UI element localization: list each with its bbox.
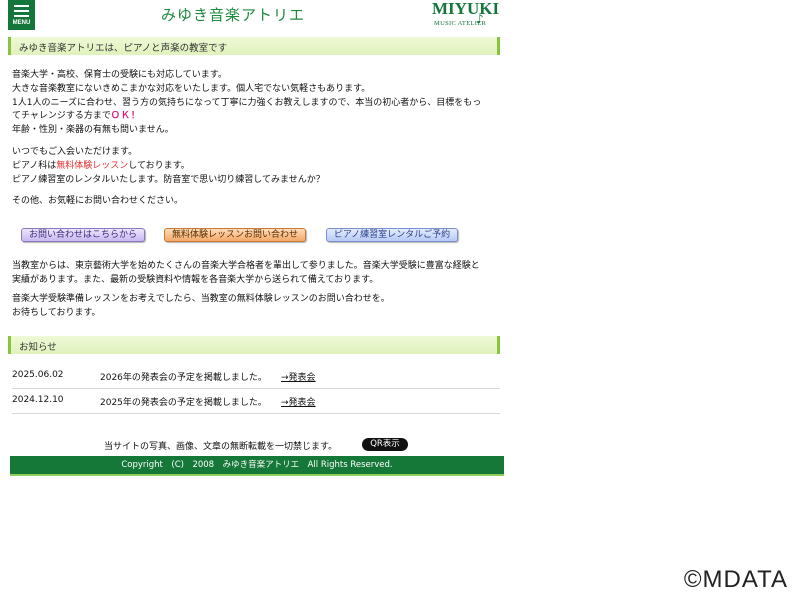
news-date: 2024.12.10 — [12, 395, 64, 405]
logo-main-text: MIYUKI — [432, 0, 500, 18]
news-link[interactable]: →発表会 — [281, 370, 316, 383]
intro-line: 音楽大学・高校、保育士の受験にも対応しています。 — [12, 70, 227, 80]
achievement-line: 当教室からは、東京藝術大学を始めたくさんの音楽大学合格者を輩出して参りました。音… — [12, 261, 480, 271]
news-heading-text: お知らせ — [19, 342, 57, 353]
news-link[interactable]: →発表会 — [281, 395, 316, 408]
news-text: 2025年の発表会の予定を掲載しました。 — [100, 398, 267, 408]
site-header: MENU みゆき音楽アトリエ MIYUKI ♪ MUSIC ATELIER — [8, 0, 504, 32]
news-heading: お知らせ — [8, 336, 500, 354]
intro-line: ピアノ練習室のレンタルいたします。防音室で思い切り練習してみませんか？ — [12, 174, 325, 185]
intro-line: ピアノ科は無料体験レッスンしております。 — [12, 160, 502, 174]
intro-paragraph-2: いつでもご入会いただけます。 ピアノ科は無料体験レッスンしております。 ピアノ練… — [12, 146, 502, 187]
intro-line: てチャレンジする方までＯＫ！ — [12, 110, 502, 124]
arrow-icon: → — [281, 398, 289, 408]
site-title[interactable]: みゆき音楽アトリエ — [161, 4, 305, 25]
achievement-line: お待ちしております。 — [12, 307, 101, 318]
achievement-line: 音楽大学受験準備レッスンをお考えでしたら、当教室の無料体験レッスンのお問い合わせ… — [12, 294, 390, 304]
achievement-line: 実績があります。また、最新の受験資料や情報を各音楽大学から送られて備えております… — [12, 274, 379, 285]
trial-lesson-button[interactable]: 無料体験レッスンお問い合わせ — [164, 228, 306, 242]
arrow-icon: → — [281, 373, 289, 383]
contact-button[interactable]: お問い合わせはこちらから — [21, 228, 145, 242]
menu-button[interactable]: MENU — [8, 0, 35, 30]
intro-paragraph-3: その他、お気軽にお問い合わせください。 — [12, 195, 502, 209]
intro-heading-text: みゆき音楽アトリエは、ピアノと声楽の教室です — [19, 43, 228, 54]
news-item: 2025.06.02 2026年の発表会の予定を掲載しました。 →発表会 — [12, 364, 500, 389]
practice-room-rental-button[interactable]: ピアノ練習室レンタルご予約 — [326, 228, 458, 242]
copyright-bar: Copyright (C) 2008 みゆき音楽アトリエ All Rights … — [10, 456, 504, 474]
news-item: 2024.12.10 2025年の発表会の予定を掲載しました。 →発表会 — [12, 389, 500, 414]
copyright-notice: 当サイトの写真、画像、文章の無断転載を一切禁じます。 — [104, 442, 338, 452]
site-logo[interactable]: MIYUKI ♪ MUSIC ATELIER — [432, 0, 508, 29]
intro-challenge-text: てチャレンジする方まで — [12, 111, 111, 122]
news-link-text: 発表会 — [288, 373, 316, 383]
intro-line: 1人1人のニーズに合わせ、習う方の気持ちになって丁寧に力強くお教えしますので、本… — [12, 97, 482, 108]
news-date: 2025.06.02 — [12, 370, 64, 380]
logo-sub-text: MUSIC ATELIER — [434, 20, 487, 27]
intro-paragraph-1: 音楽大学・高校、保育士の受験にも対応しています。 大きな音楽教室にないきめこまか… — [12, 69, 502, 138]
news-link-text: 発表会 — [288, 398, 316, 408]
news-text: 2026年の発表会の予定を掲載しました。 — [100, 373, 267, 383]
watermark: ©MDATA — [683, 566, 788, 593]
intro-line: いつでもご入会いただけます。 — [12, 147, 138, 157]
achievements-paragraph: 当教室からは、東京藝術大学を始めたくさんの音楽大学合格者を輩出して参りました。音… — [12, 260, 502, 288]
page-container: MENU みゆき音楽アトリエ MIYUKI ♪ MUSIC ATELIER みゆ… — [8, 0, 504, 476]
menu-label: MENU — [12, 20, 31, 26]
piano-course-pre: ピアノ科は — [12, 160, 57, 171]
exam-prep-paragraph: 音楽大学受験準備レッスンをお考えでしたら、当教室の無料体験レッスンのお問い合わせ… — [12, 293, 502, 321]
ok-highlight: ＯＫ！ — [110, 111, 141, 122]
intro-line: その他、お気軽にお問い合わせください。 — [12, 196, 184, 206]
intro-line: 年齢・性別・楽器の有無も問いません。 — [12, 125, 174, 136]
footer-accent-line — [10, 474, 504, 476]
hamburger-icon — [14, 5, 29, 20]
intro-heading: みゆき音楽アトリエは、ピアノと声楽の教室です — [8, 37, 500, 55]
intro-line: 大きな音楽教室にないきめこまかな対応をいたします。個人宅でない気軽さもあります。 — [12, 83, 371, 94]
qr-display-button[interactable]: QR表示 — [362, 438, 408, 451]
free-trial-highlight: 無料体験レッスン — [56, 160, 129, 171]
piano-course-post: しております。 — [128, 160, 190, 171]
